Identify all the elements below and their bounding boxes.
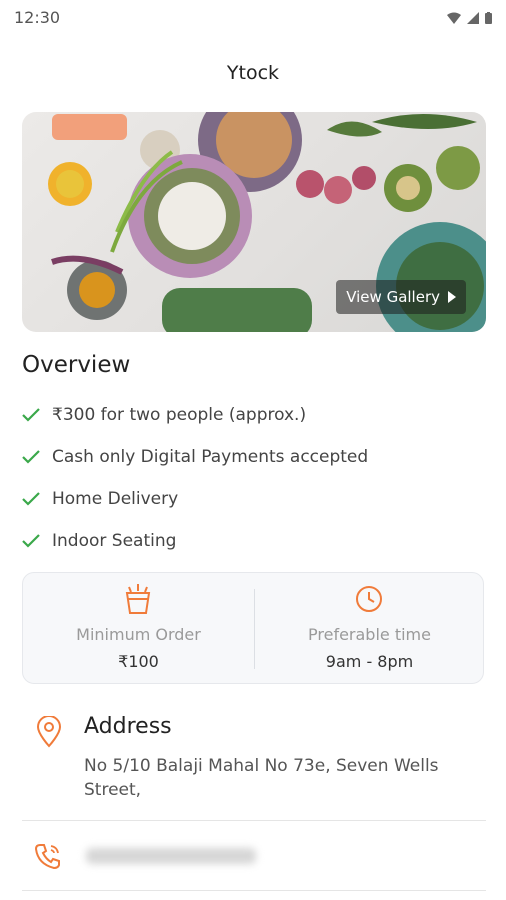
status-icons — [447, 12, 492, 24]
check-icon — [22, 492, 44, 506]
preferable-time-block: Preferable time 9am - 8pm — [254, 573, 485, 685]
view-gallery-label: View Gallery — [346, 288, 440, 306]
play-icon — [448, 291, 456, 303]
check-icon — [22, 408, 44, 422]
overview-heading: Overview — [22, 352, 131, 378]
overview-list: ₹300 for two people (approx.) Cash only … — [22, 394, 492, 562]
view-gallery-button[interactable]: View Gallery — [336, 280, 466, 314]
status-time: 12:30 — [14, 8, 61, 27]
list-item: Indoor Seating — [22, 520, 492, 562]
preferable-time-label: Preferable time — [308, 625, 431, 644]
minimum-order-value: ₹100 — [118, 652, 159, 671]
status-bar: 12:30 — [0, 0, 506, 36]
phone-icon — [34, 842, 62, 874]
address-heading: Address — [84, 714, 172, 739]
address-section[interactable]: Address No 5/10 Balaji Mahal No 73e, Sev… — [22, 710, 486, 821]
list-item-text: Indoor Seating — [52, 531, 177, 551]
info-card: Minimum Order ₹100 Preferable time 9am -… — [22, 572, 484, 684]
wifi-icon — [447, 12, 461, 24]
phone-section[interactable] — [22, 820, 486, 891]
list-item: Home Delivery — [22, 478, 492, 520]
clock-icon — [354, 583, 384, 619]
minimum-order-label: Minimum Order — [76, 625, 201, 644]
hero-gallery-image[interactable]: View Gallery — [22, 112, 486, 332]
battery-icon — [485, 12, 492, 24]
phone-number-redacted — [86, 848, 256, 864]
list-item-text: Home Delivery — [52, 489, 179, 509]
list-item: Cash only Digital Payments accepted — [22, 436, 492, 478]
minimum-order-block: Minimum Order ₹100 — [23, 573, 254, 685]
signal-icon — [467, 12, 479, 24]
list-item-text: ₹300 for two people (approx.) — [52, 405, 307, 425]
address-text: No 5/10 Balaji Mahal No 73e, Seven Wells… — [84, 756, 439, 800]
location-pin-icon — [36, 715, 62, 752]
preferable-time-value: 9am - 8pm — [325, 652, 414, 671]
food-box-icon — [123, 583, 153, 619]
check-icon — [22, 534, 44, 548]
list-item-text: Cash only Digital Payments accepted — [52, 447, 369, 467]
list-item: ₹300 for two people (approx.) — [22, 394, 492, 436]
page-title: Ytock — [226, 62, 280, 84]
check-icon — [22, 450, 44, 464]
